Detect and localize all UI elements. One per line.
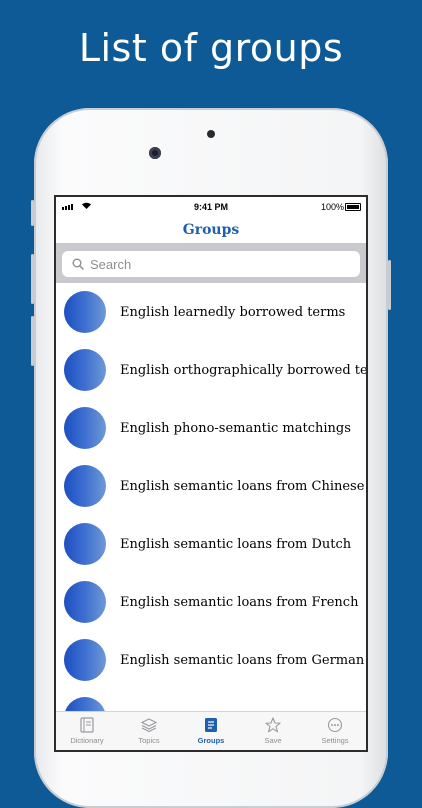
tab-groups[interactable]: Groups — [180, 712, 242, 750]
battery-icon — [345, 203, 361, 211]
group-avatar — [64, 407, 106, 449]
phone-screen: 9:41 PM 100% Groups Search English learn… — [56, 197, 366, 750]
group-list: English learnedly borrowed terms English… — [56, 283, 366, 747]
list-item[interactable]: English phono-semantic matchings — [56, 399, 366, 457]
list-item-label: English phono-semantic matchings — [120, 420, 351, 436]
group-avatar — [64, 465, 106, 507]
group-avatar — [64, 349, 106, 391]
topics-icon — [140, 716, 158, 734]
group-avatar — [64, 639, 106, 681]
group-avatar — [64, 523, 106, 565]
list-item[interactable]: English semantic loans from Chinese — [56, 457, 366, 515]
dictionary-icon — [78, 716, 96, 734]
list-item-label: English semantic loans from Chinese — [120, 478, 365, 494]
list-item-label: English semantic loans from Dutch — [120, 536, 352, 552]
list-item[interactable]: English orthographically borrowed terms — [56, 341, 366, 399]
power-button — [388, 260, 391, 310]
list-item-label: English orthographically borrowed terms — [120, 362, 366, 378]
tab-label: Groups — [197, 736, 225, 745]
group-avatar — [64, 291, 106, 333]
status-time: 9:41 PM — [193, 202, 228, 212]
tab-settings[interactable]: Settings — [304, 712, 366, 750]
battery-percent: 100% — [320, 202, 344, 212]
list-item[interactable]: English learnedly borrowed terms — [56, 283, 366, 341]
camera-icon — [149, 147, 161, 159]
status-bar: 9:41 PM 100% — [56, 197, 366, 217]
star-icon — [264, 716, 282, 734]
mute-switch — [31, 200, 34, 226]
search-bar: Search — [56, 243, 366, 283]
tab-label: Topics — [138, 736, 160, 745]
settings-icon — [326, 716, 344, 734]
list-item[interactable]: English semantic loans from Dutch — [56, 515, 366, 573]
tab-label: Settings — [321, 736, 349, 745]
group-avatar — [64, 581, 106, 623]
tab-topics[interactable]: Topics — [118, 712, 180, 750]
list-item[interactable]: English semantic loans from German — [56, 631, 366, 689]
speaker-dot — [207, 130, 215, 138]
list-item-label: English semantic loans from French — [120, 594, 359, 610]
search-input[interactable]: Search — [62, 251, 360, 277]
search-icon — [68, 254, 88, 274]
tab-bar: Dictionary Topics Groups Save Settings — [56, 711, 366, 750]
tab-label: Save — [264, 736, 282, 745]
tab-save[interactable]: Save — [242, 712, 304, 750]
search-placeholder: Search — [90, 256, 132, 272]
headline: List of groups — [78, 26, 344, 70]
volume-down-button — [31, 316, 34, 366]
page-title: Groups — [182, 222, 240, 238]
volume-up-button — [31, 254, 34, 304]
tab-label: Dictionary — [70, 736, 104, 745]
list-item[interactable]: English semantic loans from French — [56, 573, 366, 631]
list-item-label: English learnedly borrowed terms — [120, 304, 346, 320]
groups-icon — [202, 716, 220, 734]
list-item-label: English semantic loans from German — [120, 652, 365, 668]
tab-dictionary[interactable]: Dictionary — [56, 712, 118, 750]
